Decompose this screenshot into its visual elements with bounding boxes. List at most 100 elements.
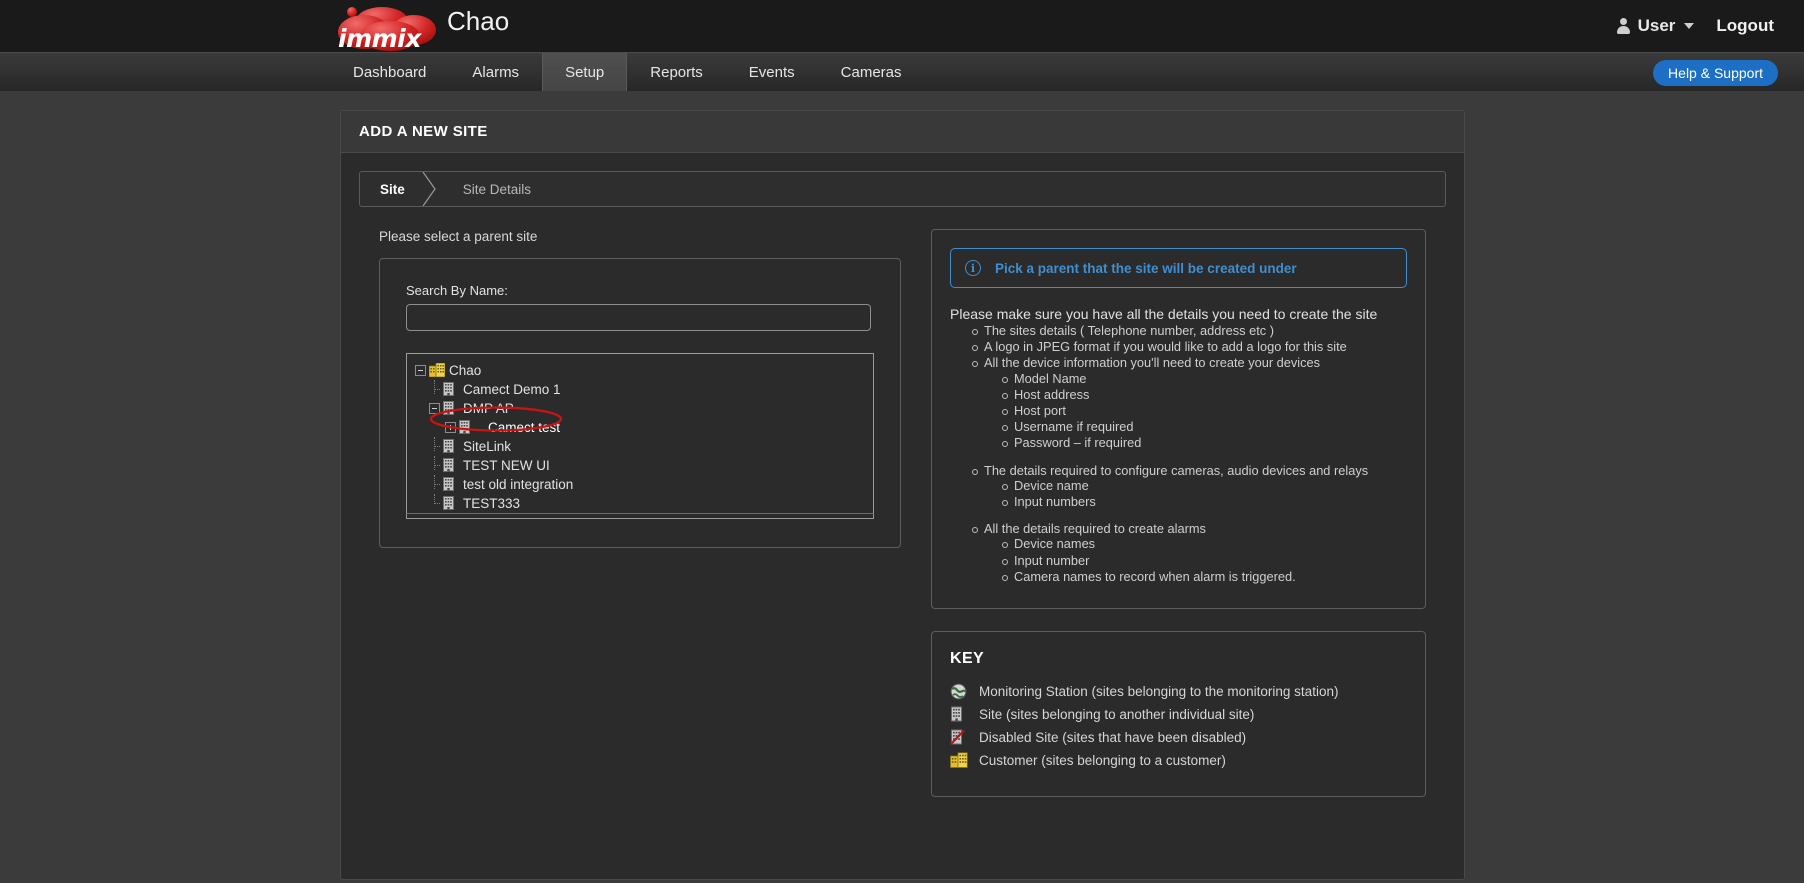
site-icon — [443, 401, 456, 416]
nav-item-cameras[interactable]: Cameras — [818, 53, 925, 91]
parent-site-column: Please select a parent site Search By Na… — [379, 229, 901, 797]
immix-logo[interactable]: immix — [330, 0, 450, 56]
nav-item-reports[interactable]: Reports — [627, 53, 726, 91]
list-item-text: All the device information you'll need t… — [984, 355, 1321, 371]
tree-node-test-old-integration[interactable]: test old integration — [413, 475, 867, 494]
search-label: Search By Name: — [406, 283, 508, 298]
disabled-site-icon — [950, 729, 967, 746]
tree-toggle-plus-icon[interactable] — [445, 422, 456, 433]
list-item: All the details required to create alarm… — [972, 521, 1407, 586]
list-item-text: A logo in JPEG format if you would like … — [984, 339, 1347, 355]
list-item: Device name — [1002, 478, 1407, 494]
tree-node-chao[interactable]: Chao — [413, 361, 867, 380]
tree-branch-line — [429, 494, 440, 509]
user-menu-button[interactable]: User — [1608, 10, 1703, 42]
user-area: User Logout — [1608, 0, 1804, 52]
nav-item-dashboard[interactable]: Dashboard — [330, 53, 449, 91]
tree-node-label[interactable]: SiteLink — [463, 439, 511, 454]
site-icon — [443, 382, 456, 397]
info-column: i Pick a parent that the site will be cr… — [931, 229, 1426, 798]
tree-node-sitelink[interactable]: SiteLink — [413, 437, 867, 456]
site-icon — [950, 706, 967, 723]
tree-node-label[interactable]: TEST NEW UI — [463, 458, 550, 473]
wizard-step-site-details[interactable]: Site Details — [443, 172, 553, 206]
list-item-text: The sites details ( Telephone number, ad… — [984, 323, 1274, 338]
key-label: Monitoring Station (sites belonging to t… — [979, 684, 1339, 700]
panel-header: ADD A NEW SITE — [341, 111, 1464, 153]
wizard-steps: Site Site Details — [359, 171, 1446, 207]
key-title: KEY — [950, 650, 985, 668]
requirements-list: The sites details ( Telephone number, ad… — [950, 323, 1407, 586]
instruction-text: Please select a parent site — [379, 229, 538, 244]
tree-node-label[interactable]: Camect test — [488, 420, 560, 435]
nav-item-events[interactable]: Events — [726, 53, 818, 91]
tree-node-test-new-ui[interactable]: TEST NEW UI — [413, 456, 867, 475]
list-item: Input number — [1002, 553, 1407, 569]
tree-node-test333[interactable]: TEST333 — [413, 494, 867, 513]
wizard-step-separator — [422, 172, 443, 206]
site-tree[interactable]: Chao Camect Demo 1 DMP AP Camect test Si… — [406, 353, 874, 513]
list-item: Camera names to record when alarm is tri… — [1002, 569, 1407, 585]
wizard-step-site[interactable]: Site — [360, 172, 427, 206]
tree-node-label[interactable]: test old integration — [463, 477, 573, 492]
tree-node-dmp-ap[interactable]: DMP AP — [413, 399, 867, 418]
list-item: Model Name — [1002, 371, 1407, 387]
tree-node-camect-demo-1[interactable]: Camect Demo 1 — [413, 380, 867, 399]
key-row-disabled-site: Disabled Site (sites that have been disa… — [950, 726, 1407, 749]
tree-node-label[interactable]: Chao — [449, 363, 481, 378]
logo-wordmark: immix — [338, 24, 421, 53]
list-item: Input numbers — [1002, 494, 1407, 510]
tree-scroll-edge[interactable] — [406, 513, 874, 519]
list-item: Device names — [1002, 536, 1407, 552]
tree-toggle-minus-icon[interactable] — [415, 365, 426, 376]
requirements-intro: Please make sure you have all the detail… — [950, 306, 1378, 322]
info-icon: i — [965, 260, 981, 276]
tree-node-camect-test[interactable]: Camect test — [413, 418, 867, 437]
list-item-text: The details required to configure camera… — [984, 462, 1369, 478]
key-row-customer: Customer (sites belonging to a customer) — [950, 749, 1407, 772]
tree-node-label[interactable]: Camect Demo 1 — [463, 382, 561, 397]
nav-item-alarms[interactable]: Alarms — [449, 53, 542, 91]
nav-item-setup[interactable]: Setup — [542, 53, 628, 91]
page-brand-title: Chao — [447, 6, 510, 36]
site-icon — [443, 496, 456, 511]
key-row-site: Site (sites belonging to another individ… — [950, 703, 1407, 726]
page-title: ADD A NEW SITE — [359, 123, 488, 140]
key-row-monitoring-station: Monitoring Station (sites belonging to t… — [950, 680, 1407, 703]
tree-branch-line — [429, 475, 440, 490]
customer-icon — [950, 752, 968, 769]
site-icon — [443, 458, 456, 473]
callout-text: Pick a parent that the site will be crea… — [995, 260, 1297, 276]
help-and-support-button[interactable]: Help & Support — [1653, 60, 1778, 86]
requirements-card: i Pick a parent that the site will be cr… — [931, 229, 1426, 610]
add-new-site-panel: ADD A NEW SITE Site Site Details Please … — [340, 110, 1465, 880]
key-label: Disabled Site (sites that have been disa… — [979, 730, 1247, 746]
sub-list: Device names Input number Camera names t… — [984, 536, 1407, 585]
user-menu-label: User — [1637, 16, 1676, 35]
list-item: Password – if required — [1002, 435, 1407, 451]
tree-node-label[interactable]: TEST333 — [463, 496, 520, 511]
tree-branch-line — [429, 456, 440, 471]
key-label: Site (sites belonging to another individ… — [979, 707, 1255, 723]
parent-hint-callout: i Pick a parent that the site will be cr… — [950, 248, 1407, 288]
search-input[interactable] — [406, 304, 871, 331]
tree-branch-line — [429, 437, 440, 452]
tree-node-label[interactable]: DMP AP — [463, 401, 514, 416]
sub-list: Model Name Host address Host port Userna… — [984, 371, 1407, 452]
tree-toggle-minus-icon[interactable] — [429, 403, 440, 414]
sub-list: Device name Input numbers — [984, 478, 1407, 510]
parent-site-selector: Search By Name: Chao Camect Demo 1 DMP A… — [379, 258, 901, 548]
list-item: Host port — [1002, 403, 1407, 419]
list-item: The details required to configure camera… — [972, 462, 1407, 512]
tree-branch-line — [429, 380, 440, 395]
panel-body: Site Site Details Please select a parent… — [341, 153, 1464, 817]
list-item: A logo in JPEG format if you would like … — [972, 339, 1407, 355]
key-label: Customer (sites belonging to a customer) — [979, 753, 1226, 769]
chevron-right-icon — [422, 172, 436, 206]
list-item: The sites details ( Telephone number, ad… — [972, 323, 1407, 339]
list-item: Username if required — [1002, 419, 1407, 435]
list-item: All the device information you'll need t… — [972, 355, 1407, 452]
globe-icon — [950, 683, 967, 700]
customer-icon — [428, 362, 446, 378]
logout-button[interactable]: Logout — [1702, 10, 1804, 42]
